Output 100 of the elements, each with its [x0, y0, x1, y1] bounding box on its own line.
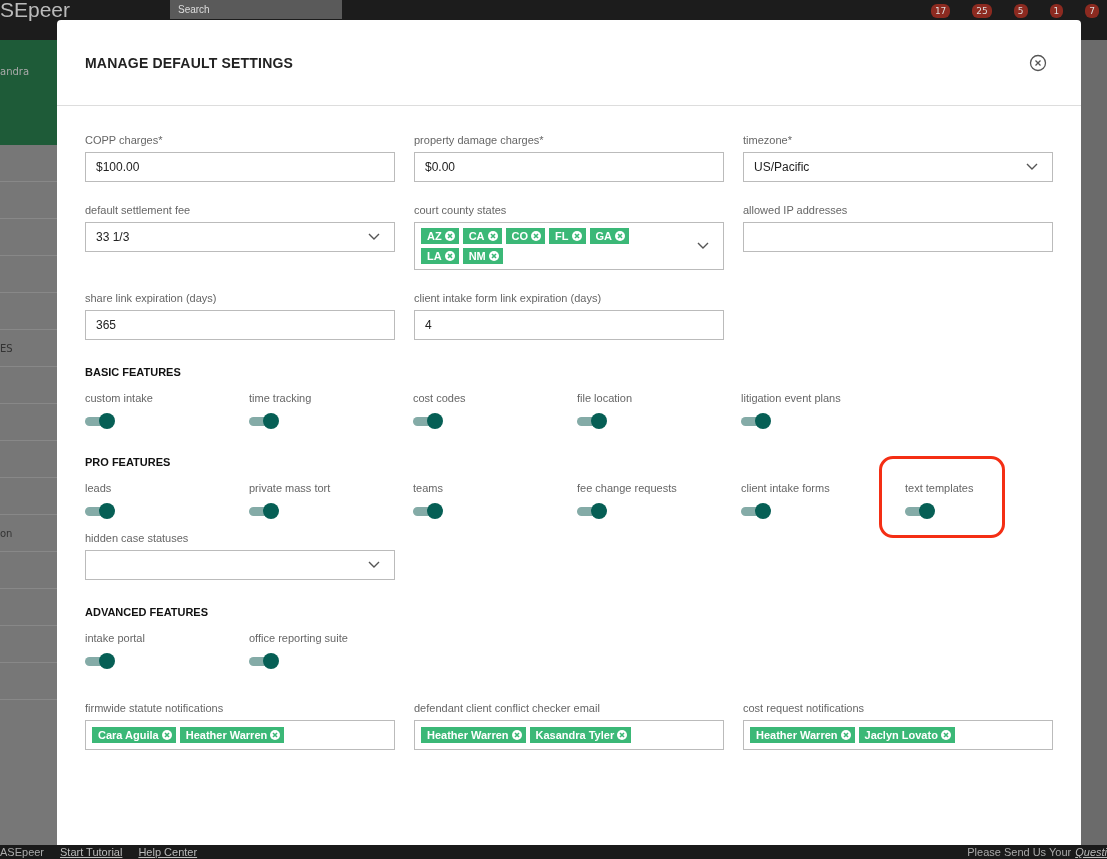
toggle-switch[interactable] — [413, 502, 443, 520]
notification-badge: 25 — [972, 4, 992, 18]
tag-chip[interactable]: Jaclyn Lovato — [858, 727, 955, 743]
field-label: defendant client conflict checker email — [414, 702, 601, 714]
close-button[interactable] — [1029, 53, 1047, 72]
field-label: court county states — [414, 204, 508, 216]
toggle-label: cost codes — [413, 392, 466, 404]
select-value: US/Pacific — [754, 160, 810, 174]
toggle-switch[interactable] — [85, 502, 115, 520]
remove-icon[interactable] — [840, 730, 851, 740]
toggle-label: intake portal — [85, 632, 145, 644]
notification-badge: 17 — [930, 4, 951, 18]
field-label: cost request notifications — [743, 702, 866, 714]
sidebar-item[interactable]: ES — [0, 342, 13, 354]
tag-chip[interactable]: Heather Warren — [179, 727, 285, 743]
toggle-switch[interactable] — [577, 412, 607, 430]
remove-icon[interactable] — [444, 231, 455, 241]
footer-brand: ASEpeer — [0, 846, 45, 858]
toggle-label: leads — [85, 482, 113, 494]
text-field[interactable]: $0.00 — [414, 152, 724, 182]
select-field[interactable]: 33 1/3 — [85, 222, 395, 252]
tag-select-field[interactable]: Heather Warren Kasandra Tyler — [414, 720, 724, 750]
toggle-switch[interactable] — [249, 412, 279, 430]
footer-link[interactable]: Help Center — [138, 846, 198, 858]
notification-badge: 5 — [1013, 4, 1028, 18]
toggle-label: client intake forms — [741, 482, 830, 494]
toggle-label: fee change requests — [577, 482, 677, 494]
search-field[interactable]: Search — [170, 0, 342, 19]
notification-badge: 7 — [1085, 4, 1099, 18]
remove-icon[interactable] — [571, 231, 582, 241]
toggle-switch[interactable] — [85, 412, 115, 430]
footer-link[interactable]: Start Tutorial — [60, 846, 123, 858]
toggle-label: time tracking — [249, 392, 312, 404]
tag-select-field[interactable]: AZ CA CO FL GA LA NM — [414, 222, 724, 270]
notification-badge: 1 — [1049, 4, 1064, 18]
field-label: allowed IP addresses — [743, 204, 849, 216]
chevron-down-icon — [368, 233, 380, 241]
remove-icon[interactable] — [511, 730, 522, 740]
text-field[interactable]: $100.00 — [85, 152, 395, 182]
toggle-label: private mass tort — [249, 482, 331, 494]
remove-icon[interactable] — [161, 730, 172, 740]
toggle-label: text templates — [905, 482, 974, 494]
chevron-down-icon — [1026, 163, 1038, 171]
field-label: client intake form link expiration (days) — [414, 292, 603, 304]
section-heading: PRO FEATURES — [85, 456, 172, 468]
toggle-switch[interactable] — [741, 412, 771, 430]
toggle-switch[interactable] — [85, 652, 115, 670]
tag-chip[interactable]: GA — [589, 228, 629, 244]
tag-chip[interactable]: Heather Warren — [750, 727, 855, 743]
remove-icon[interactable] — [444, 251, 455, 261]
section-heading: BASIC FEATURES — [85, 366, 182, 378]
chevron-down-icon — [368, 561, 380, 569]
tag-chip[interactable]: FL — [549, 228, 586, 244]
remove-icon[interactable] — [488, 251, 499, 261]
toggle-switch[interactable] — [249, 652, 279, 670]
toggle-label: file location — [577, 392, 633, 404]
remove-icon[interactable] — [270, 730, 281, 740]
toggle-switch[interactable] — [413, 412, 443, 430]
field-label: share link expiration (days) — [85, 292, 218, 304]
app-logo: SEpeer — [0, 0, 72, 19]
remove-icon[interactable] — [487, 231, 498, 241]
text-field[interactable] — [743, 222, 1053, 252]
user-name: andra — [0, 66, 30, 77]
feedback-text: Please Send Us Your — [967, 846, 1072, 858]
toggle-label: litigation event plans — [741, 392, 841, 404]
toggle-switch[interactable] — [741, 502, 771, 520]
section-heading: ADVANCED FEATURES — [85, 606, 210, 618]
toggle-switch[interactable] — [577, 502, 607, 520]
tag-select-field[interactable]: Cara Aguila Heather Warren — [85, 720, 395, 750]
tag-chip[interactable]: Kasandra Tyler — [529, 727, 632, 743]
toggle-label: office reporting suite — [249, 632, 348, 644]
text-field[interactable]: 4 — [414, 310, 724, 340]
toggle-switch[interactable] — [905, 502, 935, 520]
remove-icon[interactable] — [940, 730, 951, 740]
tag-chip[interactable]: Cara Aguila — [92, 727, 176, 743]
toggle-label: teams — [413, 482, 443, 494]
remove-icon[interactable] — [617, 730, 628, 740]
field-label: property damage charges* — [414, 134, 545, 146]
field-label: hidden case statuses — [85, 532, 190, 544]
field-label: default settlement fee — [85, 204, 192, 216]
text-field[interactable]: 365 — [85, 310, 395, 340]
tag-select-field[interactable]: Heather Warren Jaclyn Lovato — [743, 720, 1053, 750]
tag-chip[interactable]: LA — [421, 248, 459, 264]
tag-chip[interactable]: NM — [462, 248, 503, 264]
remove-icon[interactable] — [615, 231, 625, 241]
select-field[interactable]: US/Pacific — [743, 152, 1053, 182]
select-value: 33 1/3 — [96, 230, 130, 244]
feedback-link[interactable]: Questi — [1075, 846, 1107, 858]
select-field[interactable] — [85, 550, 395, 580]
toggle-label: custom intake — [85, 392, 153, 404]
field-label: COPP charges* — [85, 134, 164, 146]
toggle-switch[interactable] — [249, 502, 279, 520]
dialog-title: MANAGE DEFAULT SETTINGS — [85, 54, 294, 71]
tag-chip[interactable]: Heather Warren — [421, 727, 526, 743]
field-label: firmwide statute notifications — [85, 702, 225, 714]
sidebar-item[interactable]: on — [0, 527, 13, 539]
tag-chip[interactable]: CA — [462, 228, 502, 244]
tag-chip[interactable]: CO — [505, 228, 546, 244]
remove-icon[interactable] — [531, 231, 542, 241]
tag-chip[interactable]: AZ — [421, 228, 459, 244]
